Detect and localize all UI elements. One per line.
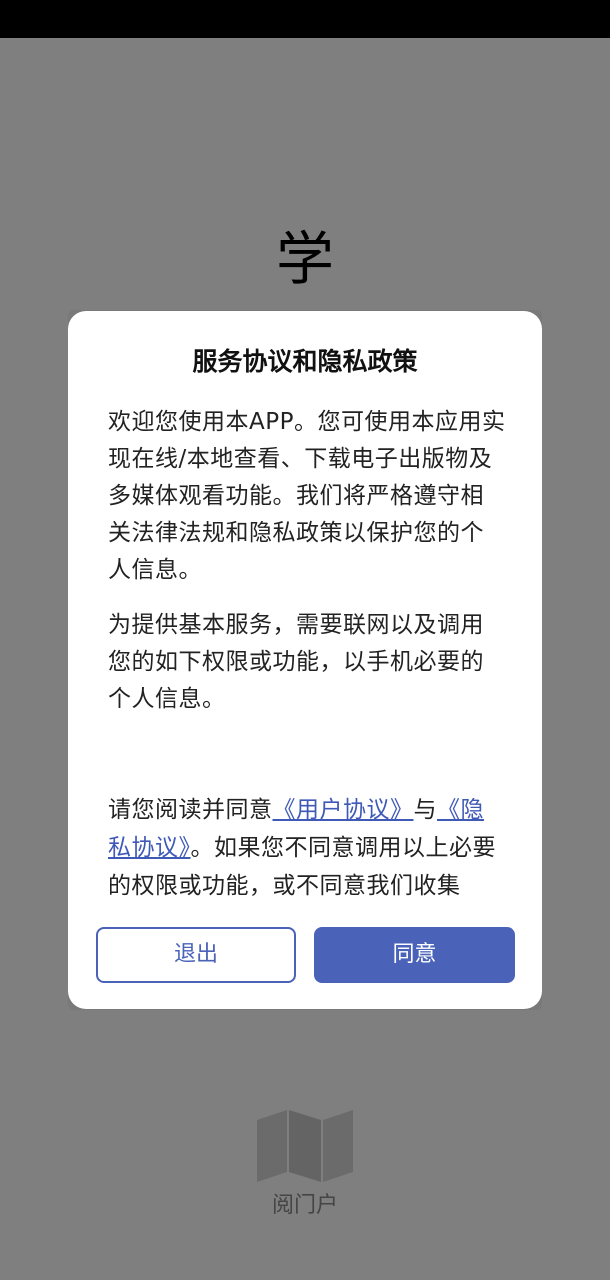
- dialog-title: 服务协议和隐私政策: [192, 347, 418, 376]
- user-agreement-link[interactable]: 《用户协议》: [273, 797, 414, 823]
- consent-prefix: 请您阅读并同意: [108, 797, 273, 823]
- consent-text: 请您阅读并同意《用户协议》与《隐私协议》。如果您不同意调用以上必要的权限或功能，…: [108, 791, 506, 906]
- privacy-dialog: 服务协议和隐私政策 欢迎您使用本APP。您可使用本应用实现在线/本地查看、下载电…: [68, 311, 542, 1009]
- scroll-fade: [108, 741, 506, 769]
- status-bar: [0, 0, 610, 38]
- consent-connector: 与: [413, 797, 437, 823]
- agree-button[interactable]: 同意: [314, 927, 515, 983]
- policy-paragraph: 欢迎您使用本APP。您可使用本应用实现在线/本地查看、下载电子出版物及多媒体观看…: [108, 409, 506, 583]
- exit-button[interactable]: 退出: [96, 927, 296, 983]
- policy-paragraph: 为提供基本服务，需要联网以及调用您的如下权限或功能，以手机必要的个人信息。: [108, 612, 484, 712]
- policy-scroll-area[interactable]: 欢迎您使用本APP。您可使用本应用实现在线/本地查看、下载电子出版物及多媒体观看…: [108, 404, 506, 764]
